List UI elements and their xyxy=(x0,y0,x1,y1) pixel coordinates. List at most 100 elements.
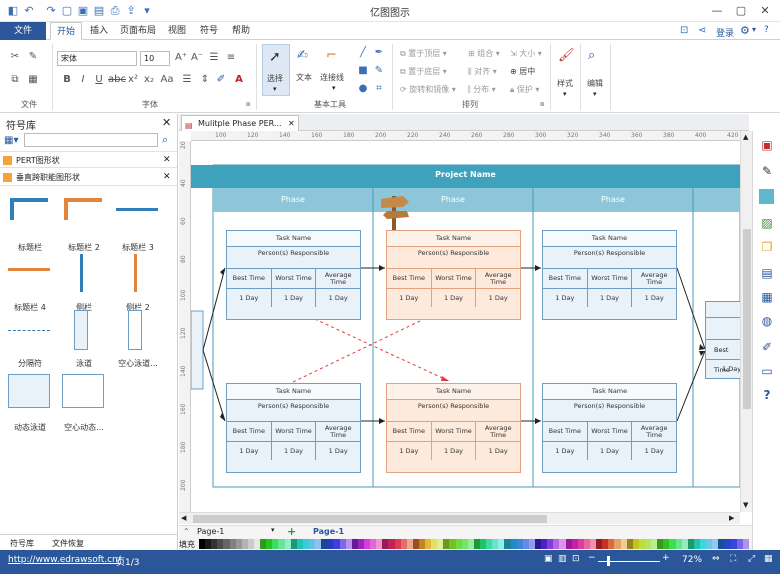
library-search-input[interactable] xyxy=(24,133,158,147)
shape-title-bar-2[interactable]: 标题栏 2 xyxy=(58,194,110,254)
website-link[interactable]: http://www.edrawsoft.cn/ xyxy=(8,555,121,565)
distribute-button[interactable]: ⫿ 分布 ▾ xyxy=(468,84,496,95)
close-icon[interactable]: ✕ xyxy=(288,116,295,131)
bold-icon[interactable]: B xyxy=(60,73,74,87)
scroll-thumb[interactable] xyxy=(193,515,547,523)
edit-button[interactable]: ⌕ 编辑 ▾ xyxy=(584,44,608,102)
shape-side-bar-2[interactable]: 侧栏 2 xyxy=(112,254,164,314)
task-card[interactable]: Task Name Person(s) Responsible Best Tim… xyxy=(386,383,521,473)
close-icon[interactable]: ✕ xyxy=(754,3,776,19)
rotate-button[interactable]: ⟳ 旋转和镜像 ▾ xyxy=(400,84,456,95)
globe-icon[interactable]: ◍ xyxy=(759,313,775,329)
fill-panel-icon[interactable] xyxy=(759,189,774,204)
font-size-select[interactable]: 10 xyxy=(140,51,170,66)
align-icon[interactable]: ☰ xyxy=(180,73,194,87)
image-panel-icon[interactable]: ▨ xyxy=(759,215,775,231)
pen-icon[interactable]: ✒ xyxy=(372,46,386,60)
feedback-icon[interactable]: ⊡ xyxy=(680,25,688,36)
strikethrough-icon[interactable]: abc xyxy=(108,73,126,87)
underline-icon[interactable]: U xyxy=(92,73,106,87)
partial-task-right[interactable]: Best Time 1 Day xyxy=(705,301,740,379)
library-menu-icon[interactable]: ▦▾ xyxy=(4,135,18,146)
shape-hollow-dynamic[interactable]: 空心动态... xyxy=(58,374,110,434)
canvas[interactable]: Project Name Phase Phase Phase Best Time… xyxy=(191,141,740,512)
settings-icon[interactable]: ⚙ xyxy=(740,24,750,37)
scroll-down-icon[interactable]: ▼ xyxy=(743,501,748,509)
tab-view[interactable]: 视图 xyxy=(162,22,192,40)
vertical-scrollbar[interactable]: ▲ ▼ xyxy=(740,131,752,512)
add-page-icon[interactable]: + xyxy=(287,525,296,538)
protect-button[interactable]: 🔒︎ 保护 ▾ xyxy=(510,84,539,95)
zoom-level[interactable]: 72% xyxy=(682,555,702,565)
layout-icon[interactable]: ▦ xyxy=(764,554,773,564)
copy-icon[interactable]: ⧉ xyxy=(8,73,22,87)
shape-side-bar[interactable]: 侧栏 xyxy=(58,254,110,314)
notes-icon[interactable]: ✐ xyxy=(759,339,775,355)
view-outline-icon[interactable]: ▥ xyxy=(558,554,567,564)
project-name[interactable]: Project Name xyxy=(191,170,740,179)
arrange-dialog-icon[interactable]: ⧈ xyxy=(540,100,544,109)
scroll-left-icon[interactable]: ◀ xyxy=(181,514,186,522)
shape-title-bar-4[interactable]: 标题栏 4 xyxy=(4,254,56,314)
library-section-pert[interactable]: PERT图形状 ✕ xyxy=(0,151,177,168)
task-card[interactable]: Task Name Person(s) Responsible Best Tim… xyxy=(386,230,521,320)
select-tool-button[interactable]: ➚ 选择 ▾ xyxy=(262,44,290,96)
data-panel-icon[interactable]: ▦ xyxy=(759,289,775,305)
more-icon[interactable]: ▾ xyxy=(140,4,154,18)
subscript-icon[interactable]: x₂ xyxy=(142,73,156,87)
rectangle-icon[interactable]: ■ xyxy=(356,64,370,78)
horizontal-scrollbar[interactable]: ◀ ▶ xyxy=(179,512,740,524)
font-shrink-icon[interactable]: A⁻ xyxy=(190,51,204,65)
scroll-right-icon[interactable]: ▶ xyxy=(729,514,734,522)
export-icon[interactable]: ⇪ xyxy=(124,4,138,18)
font-dialog-icon[interactable]: ⧈ xyxy=(246,100,250,109)
format-painter-icon[interactable]: ✎ xyxy=(26,50,40,64)
new-icon[interactable]: ▢ xyxy=(60,4,74,18)
superscript-icon[interactable]: x² xyxy=(126,73,140,87)
layers-panel-icon[interactable]: ❐ xyxy=(759,239,775,255)
undo-icon[interactable]: ↶ xyxy=(22,4,36,18)
send-back-button[interactable]: ⧉ 置于底层 ▾ xyxy=(400,66,447,77)
style-button[interactable]: 🖌︎ 样式 ▾ xyxy=(554,44,578,102)
document-tab[interactable]: ▤ Mulitple Phase PER... ✕ xyxy=(181,115,299,131)
expand-icon[interactable]: ⤢ xyxy=(748,554,755,564)
font-name-select[interactable]: 宋体 xyxy=(57,51,137,66)
cut-icon[interactable]: ✂ xyxy=(8,50,22,64)
text-tool-button[interactable]: ✍ 文本 xyxy=(292,44,318,96)
maximize-icon[interactable]: ▢ xyxy=(730,3,752,19)
tab-home[interactable]: 开始 xyxy=(50,22,83,40)
color-palette[interactable]: 填充 xyxy=(179,538,752,550)
line-icon[interactable]: ╱ xyxy=(356,46,370,60)
text-case-icon[interactable]: Aa xyxy=(160,73,174,87)
bullet-list-icon[interactable]: ☰ xyxy=(207,51,221,65)
close-icon[interactable]: ✕ xyxy=(163,169,171,186)
task-card[interactable]: Task Name Person(s) Responsible Best Tim… xyxy=(542,383,677,473)
tab-insert[interactable]: 插入 xyxy=(84,22,114,40)
zoom-slider-thumb[interactable] xyxy=(607,556,610,566)
tab-page-layout[interactable]: 页面布局 xyxy=(114,22,162,40)
tab-help[interactable]: 帮助 xyxy=(226,22,256,40)
size-button[interactable]: ⇲ 大小 ▾ xyxy=(510,48,542,59)
ellipse-icon[interactable]: ● xyxy=(356,82,370,96)
chevron-down-icon[interactable]: ▾ xyxy=(271,526,275,534)
chevron-down-icon[interactable]: ▾ xyxy=(752,25,756,34)
center-button[interactable]: ⊕ 居中 xyxy=(510,66,535,77)
zoom-out-icon[interactable]: − xyxy=(588,553,596,563)
login-link[interactable]: 登录 xyxy=(716,26,734,39)
save-icon[interactable]: ▤ xyxy=(92,4,106,18)
shape-title-bar-3[interactable]: 标题栏 3 xyxy=(112,194,164,254)
line-panel-icon[interactable]: ✎ xyxy=(759,163,775,179)
style-panel-icon[interactable]: ▣ xyxy=(759,137,775,153)
share-icon[interactable]: ⋖ xyxy=(698,25,706,36)
print-icon[interactable]: ⎙ xyxy=(108,4,122,18)
fit-width-icon[interactable]: ⇔ xyxy=(712,554,720,564)
library-section-cross-functional[interactable]: 垂直跨职能图形状 ✕ xyxy=(0,169,177,186)
comment-icon[interactable]: ▭ xyxy=(759,363,775,379)
italic-icon[interactable]: I xyxy=(76,73,90,87)
phase-label-2[interactable]: Phase xyxy=(373,195,533,204)
font-grow-icon[interactable]: A⁺ xyxy=(174,51,188,65)
tab-symbol[interactable]: 符号 xyxy=(194,22,224,40)
scroll-up-icon[interactable]: ▲ xyxy=(743,133,748,141)
phase-label-3[interactable]: Phase xyxy=(533,195,693,204)
paste-icon[interactable]: ▦ xyxy=(26,73,40,87)
